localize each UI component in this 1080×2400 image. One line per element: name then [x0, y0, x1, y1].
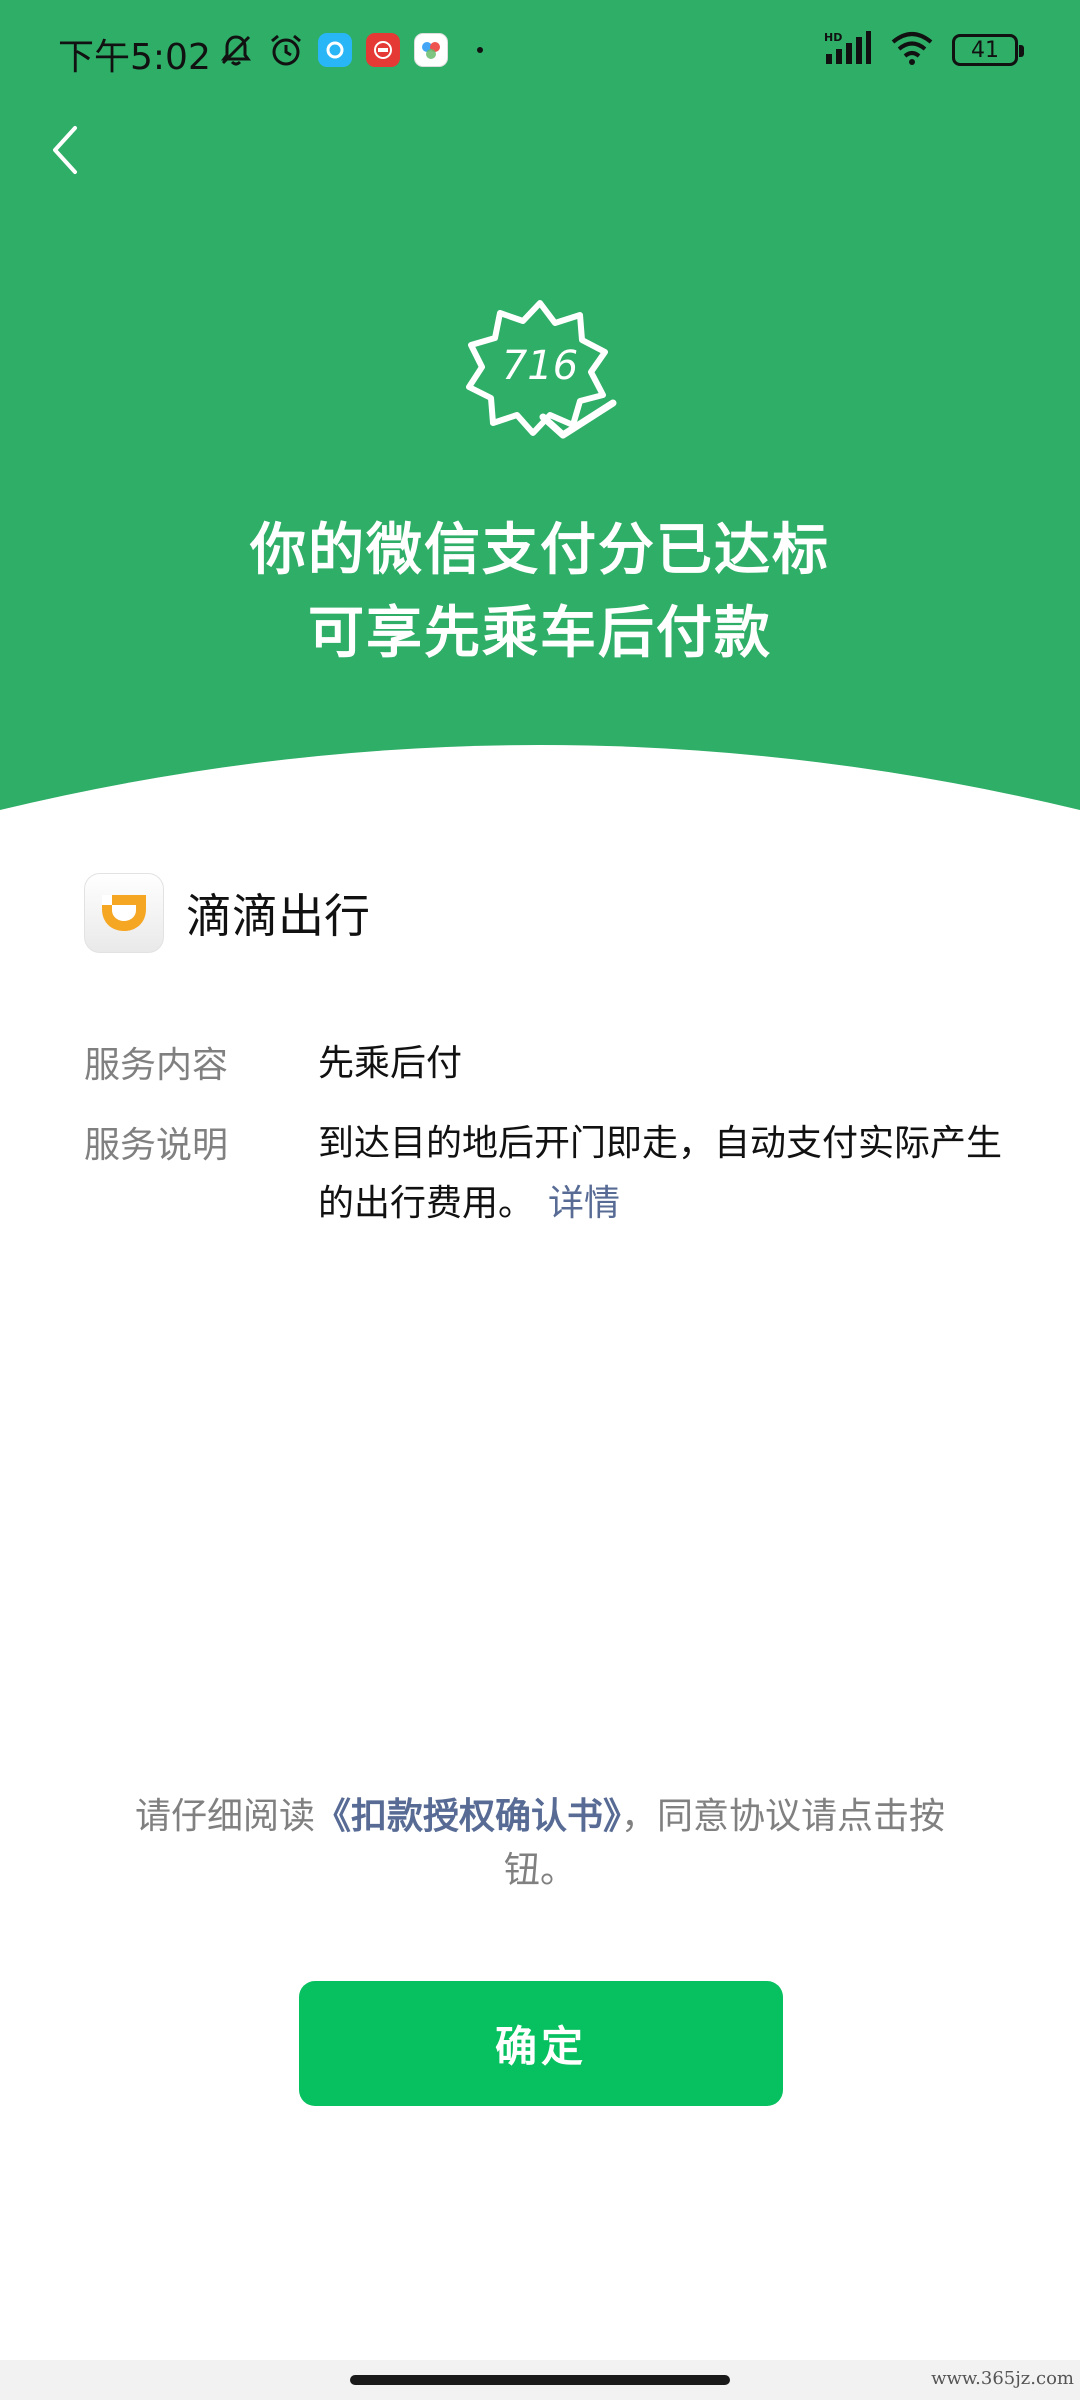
mute-icon — [218, 32, 254, 68]
service-desc-label: 服务说明 — [84, 1125, 229, 1166]
battery-level: 41 — [971, 37, 999, 63]
status-icons-right: HD 41 — [824, 30, 1024, 70]
service-content-label: 服务内容 — [84, 1045, 229, 1086]
app-notification-icon-3 — [414, 33, 448, 67]
hero-title-line1: 你的微信支付分已达标 — [250, 518, 830, 583]
confirm-button[interactable]: 确定 — [299, 1981, 783, 2106]
hero-title-line2: 可享先乘车后付款 — [308, 601, 772, 666]
hero-curve — [0, 730, 1080, 850]
agreement-link[interactable]: 《扣款授权确认书》 — [315, 1796, 621, 1837]
payment-authorization-page: 下午5:02 HD 41 716 你的微信支付分已达标 可享先乘车后付款 滴滴出… — [0, 0, 1080, 2400]
status-time: 下午5:02 — [58, 37, 211, 78]
app-notification-icon-1 — [318, 33, 352, 67]
credit-score-value: 716 — [501, 343, 579, 389]
app-notification-icon-2 — [366, 33, 400, 67]
agreement-notice: 请仔细阅读《扣款授权确认书》，同意协议请点击按钮。 — [110, 1790, 970, 1898]
more-notifications-dot-icon — [462, 32, 498, 68]
chevron-left-icon — [53, 126, 77, 174]
watermark: www.365jz.com — [931, 2368, 1074, 2389]
alarm-icon — [268, 32, 304, 68]
service-desc-text: 到达目的地后开门即走，自动支付实际产生的出行费用。 — [318, 1123, 1003, 1224]
battery-icon: 41 — [952, 34, 1024, 66]
service-desc-value: 到达目的地后开门即走，自动支付实际产生的出行费用。 详情 — [318, 1114, 1008, 1234]
service-content-value: 先乘后付 — [318, 1043, 463, 1084]
svg-text:HD: HD — [824, 31, 842, 44]
agreement-prefix: 请仔细阅读 — [134, 1796, 315, 1837]
back-button[interactable] — [30, 110, 100, 190]
signal-icon: HD — [824, 30, 872, 70]
status-icons-left — [218, 26, 498, 74]
detail-link[interactable]: 详情 — [548, 1183, 620, 1224]
merchant-name: 滴滴出行 — [186, 889, 370, 943]
merchant-info: 滴滴出行 — [84, 873, 370, 953]
status-bar: 下午5:02 HD 41 — [0, 0, 1080, 100]
home-indicator[interactable] — [350, 2375, 730, 2385]
wifi-icon — [890, 30, 934, 70]
credit-score-badge: 716 — [455, 285, 625, 455]
didi-logo-icon — [84, 873, 164, 953]
